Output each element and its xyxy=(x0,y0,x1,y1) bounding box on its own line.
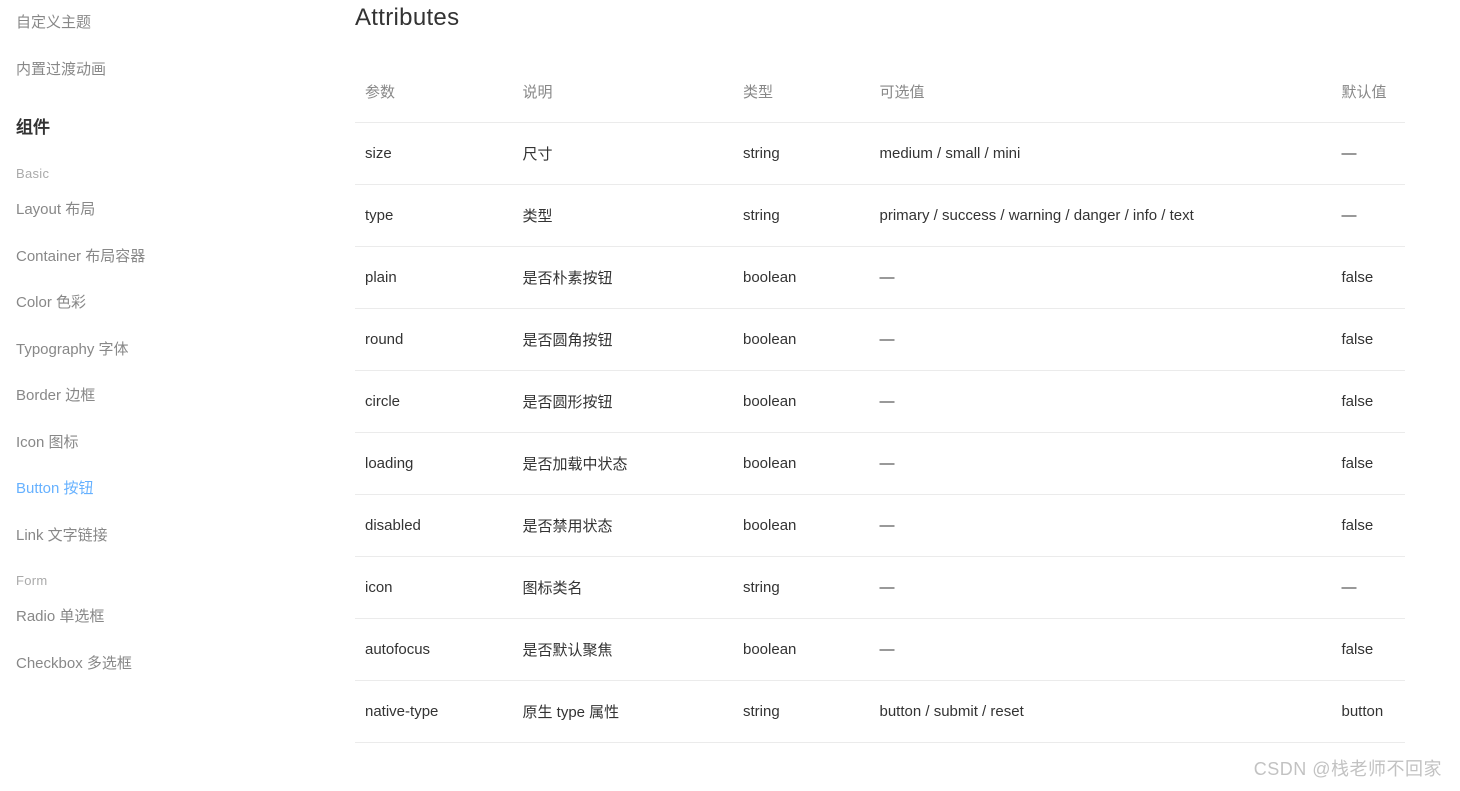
attributes-table: 参数 说明 类型 可选值 默认值 size尺寸stringmedium / sm… xyxy=(355,67,1405,743)
cell-type: string xyxy=(733,557,870,619)
cell-desc: 是否朴素按钮 xyxy=(513,247,734,309)
cell-default: false xyxy=(1332,495,1406,557)
cell-options: — xyxy=(870,371,1332,433)
cell-desc: 原生 type 属性 xyxy=(513,681,734,743)
sidebar-group-basic: Basic xyxy=(16,152,300,187)
cell-options: — xyxy=(870,247,1332,309)
cell-options: — xyxy=(870,495,1332,557)
cell-options: — xyxy=(870,309,1332,371)
cell-desc: 图标类名 xyxy=(513,557,734,619)
cell-param: circle xyxy=(355,371,513,433)
cell-options: primary / success / warning / danger / i… xyxy=(870,185,1332,247)
table-row: loading是否加载中状态boolean—false xyxy=(355,433,1405,495)
cell-type: boolean xyxy=(733,371,870,433)
cell-param: round xyxy=(355,309,513,371)
cell-type: string xyxy=(733,123,870,185)
cell-param: autofocus xyxy=(355,619,513,681)
sidebar-item-container[interactable]: Container 布局容器 xyxy=(16,234,300,281)
cell-desc: 是否圆形按钮 xyxy=(513,371,734,433)
cell-param: plain xyxy=(355,247,513,309)
cell-options: medium / small / mini xyxy=(870,123,1332,185)
cell-options: — xyxy=(870,433,1332,495)
cell-type: boolean xyxy=(733,619,870,681)
header-default: 默认值 xyxy=(1332,67,1406,123)
sidebar-item-typography[interactable]: Typography 字体 xyxy=(16,327,300,374)
cell-options: — xyxy=(870,619,1332,681)
cell-default: false xyxy=(1332,247,1406,309)
cell-param: disabled xyxy=(355,495,513,557)
sidebar-heading-components: 组件 xyxy=(16,93,300,152)
table-row: autofocus是否默认聚焦boolean—false xyxy=(355,619,1405,681)
cell-default: false xyxy=(1332,309,1406,371)
cell-param: icon xyxy=(355,557,513,619)
cell-default: — xyxy=(1332,557,1406,619)
cell-options: — xyxy=(870,557,1332,619)
cell-default: — xyxy=(1332,185,1406,247)
cell-param: loading xyxy=(355,433,513,495)
cell-default: false xyxy=(1332,371,1406,433)
sidebar-item-transition[interactable]: 内置过渡动画 xyxy=(16,47,300,94)
sidebar-group-form: Form xyxy=(16,559,300,594)
header-options: 可选值 xyxy=(870,67,1332,123)
cell-type: boolean xyxy=(733,309,870,371)
sidebar-item-layout[interactable]: Layout 布局 xyxy=(16,187,300,234)
sidebar-item-border[interactable]: Border 边框 xyxy=(16,373,300,420)
sidebar: 自定义主题 内置过渡动画 组件 Basic Layout 布局 Containe… xyxy=(0,0,300,791)
cell-default: button xyxy=(1332,681,1406,743)
cell-param: type xyxy=(355,185,513,247)
cell-type: string xyxy=(733,681,870,743)
header-desc: 说明 xyxy=(513,67,734,123)
sidebar-item-icon[interactable]: Icon 图标 xyxy=(16,420,300,467)
cell-default: false xyxy=(1332,619,1406,681)
sidebar-item-color[interactable]: Color 色彩 xyxy=(16,280,300,327)
header-param: 参数 xyxy=(355,67,513,123)
cell-options: button / submit / reset xyxy=(870,681,1332,743)
table-row: icon图标类名string—— xyxy=(355,557,1405,619)
cell-type: boolean xyxy=(733,433,870,495)
cell-desc: 是否加载中状态 xyxy=(513,433,734,495)
cell-type: boolean xyxy=(733,247,870,309)
cell-desc: 是否圆角按钮 xyxy=(513,309,734,371)
sidebar-item-radio[interactable]: Radio 单选框 xyxy=(16,594,300,641)
table-row: circle是否圆形按钮boolean—false xyxy=(355,371,1405,433)
cell-param: size xyxy=(355,123,513,185)
sidebar-item-link[interactable]: Link 文字链接 xyxy=(16,513,300,560)
header-type: 类型 xyxy=(733,67,870,123)
sidebar-item-button[interactable]: Button 按钮 xyxy=(16,466,300,513)
cell-param: native-type xyxy=(355,681,513,743)
sidebar-item-custom-theme[interactable]: 自定义主题 xyxy=(16,0,300,47)
table-row: native-type原生 type 属性stringbutton / subm… xyxy=(355,681,1405,743)
table-header-row: 参数 说明 类型 可选值 默认值 xyxy=(355,67,1405,123)
table-row: round是否圆角按钮boolean—false xyxy=(355,309,1405,371)
cell-desc: 是否默认聚焦 xyxy=(513,619,734,681)
table-row: type类型stringprimary / success / warning … xyxy=(355,185,1405,247)
table-row: size尺寸stringmedium / small / mini— xyxy=(355,123,1405,185)
cell-desc: 类型 xyxy=(513,185,734,247)
cell-type: boolean xyxy=(733,495,870,557)
main-content: Attributes 参数 说明 类型 可选值 默认值 size尺寸string… xyxy=(300,0,1460,791)
table-row: disabled是否禁用状态boolean—false xyxy=(355,495,1405,557)
section-title: Attributes xyxy=(355,4,1405,32)
cell-desc: 是否禁用状态 xyxy=(513,495,734,557)
cell-desc: 尺寸 xyxy=(513,123,734,185)
cell-default: — xyxy=(1332,123,1406,185)
table-row: plain是否朴素按钮boolean—false xyxy=(355,247,1405,309)
sidebar-item-checkbox[interactable]: Checkbox 多选框 xyxy=(16,641,300,688)
cell-default: false xyxy=(1332,433,1406,495)
cell-type: string xyxy=(733,185,870,247)
